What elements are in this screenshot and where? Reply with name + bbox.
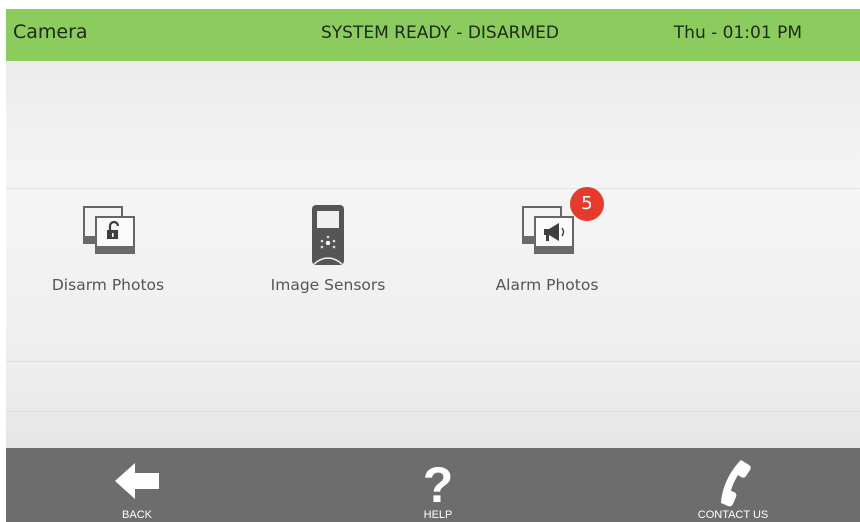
alarm-photos-tile[interactable]: 5 Alarm Photos xyxy=(472,187,622,313)
disarm-photos-icon xyxy=(83,206,135,254)
footer-bar: BACK ? HELP CONTACT US xyxy=(6,448,860,522)
notification-badge: 5 xyxy=(570,187,604,221)
divider xyxy=(6,411,860,412)
phone-icon xyxy=(721,460,751,507)
back-button[interactable]: BACK xyxy=(57,448,217,522)
tile-label: Disarm Photos xyxy=(51,276,165,294)
tile-label: Image Sensors xyxy=(270,276,386,294)
divider xyxy=(6,361,860,362)
clock: Thu - 01:01 PM xyxy=(673,23,802,43)
app-frame: Camera SYSTEM READY - DISARMED Thu - 01:… xyxy=(6,9,860,522)
svg-text:?: ? xyxy=(423,457,454,508)
image-sensors-tile[interactable]: Image Sensors xyxy=(253,203,403,313)
alarm-photos-icon xyxy=(522,206,574,254)
help-label: HELP xyxy=(423,509,453,521)
content-area: Disarm Photos Image Sensors 5 Alarm Phot… xyxy=(6,61,860,448)
tile-label: Alarm Photos xyxy=(495,276,599,294)
divider xyxy=(6,188,860,189)
contact-us-label: CONTACT US xyxy=(697,509,769,521)
back-arrow-icon xyxy=(115,463,159,499)
help-button[interactable]: ? HELP xyxy=(358,448,518,522)
image-sensor-icon xyxy=(312,205,344,265)
contact-us-button[interactable]: CONTACT US xyxy=(653,448,813,522)
back-label: BACK xyxy=(122,509,152,521)
header-bar: Camera SYSTEM READY - DISARMED Thu - 01:… xyxy=(6,9,860,61)
disarm-photos-tile[interactable]: Disarm Photos xyxy=(33,203,183,313)
question-mark-icon: ? xyxy=(423,457,454,508)
